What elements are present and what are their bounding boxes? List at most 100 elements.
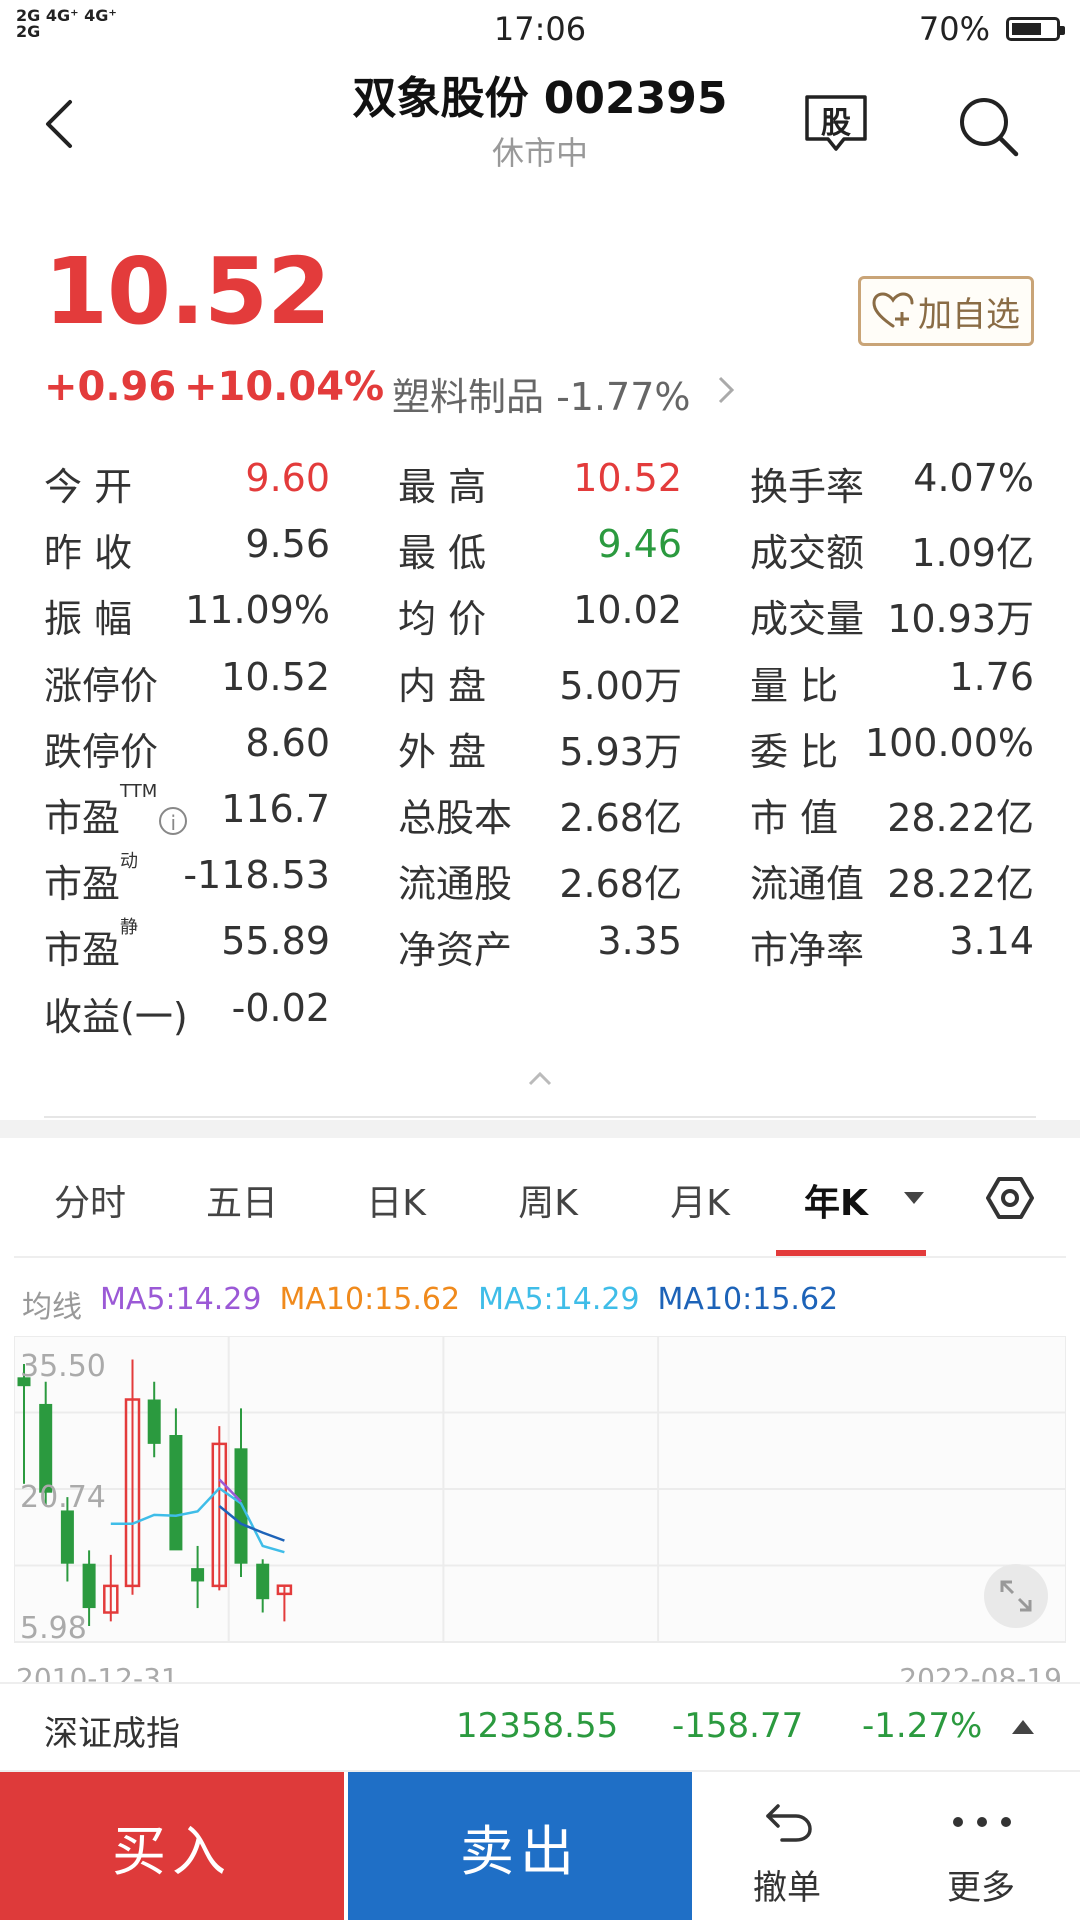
stat-label: 流通值 xyxy=(750,853,864,908)
tab-4[interactable]: 月K xyxy=(630,1174,770,1226)
heart-plus-icon xyxy=(872,292,914,328)
stat-label: 换手率 xyxy=(750,456,864,511)
stat-label-text: 市盈 xyxy=(44,796,121,840)
ma-legend: 均线 MA5:14.29 MA10:15.62 MA5:14.29 MA10:1… xyxy=(22,1282,838,1326)
stat-value: 1.09亿 xyxy=(911,531,1034,576)
stat-label: 市盈TTMi xyxy=(44,781,188,842)
stat-label-text: 量 比 xyxy=(750,663,839,708)
stat-value: 5.00万 xyxy=(559,663,682,708)
cancel-order-label: 撤单 xyxy=(753,1868,821,1908)
search-icon[interactable] xyxy=(956,94,1020,158)
index-change: -158.77 xyxy=(672,1706,804,1746)
stat-value: 3.14 xyxy=(949,919,1034,964)
tabs-border xyxy=(14,1256,1066,1258)
price-change: +0.96 xyxy=(44,364,177,410)
ma-legend-item: MA5:14.29 xyxy=(100,1282,262,1317)
stat-value: 9.46 xyxy=(597,522,682,567)
stat-label: 市盈动 xyxy=(44,851,138,908)
stat-label-text: 换手率 xyxy=(750,465,865,509)
tab-0[interactable]: 分时 xyxy=(20,1174,160,1226)
fullscreen-button[interactable] xyxy=(984,1564,1048,1628)
tab-5[interactable]: 年K xyxy=(766,1174,906,1226)
stat-value: 10.02 xyxy=(573,588,682,633)
stat-value: 5.93万 xyxy=(559,729,682,774)
kline-chart[interactable]: 35.50 20.74 5.98 xyxy=(14,1336,1066,1676)
stat-label-text: 成交量 xyxy=(750,597,865,642)
stat-label-text: 跌停价 xyxy=(44,729,159,774)
sell-button[interactable]: 卖出 xyxy=(348,1772,692,1920)
candle-body xyxy=(82,1563,96,1609)
add-watchlist-label: 加自选 xyxy=(918,294,1020,335)
stat-label-superscript: 静 xyxy=(120,917,139,939)
stat-label: 市 值 xyxy=(750,787,838,842)
stat-label-text: 最 高 xyxy=(398,465,487,509)
undo-arrow-icon xyxy=(766,1804,812,1842)
stat-label-text: 涨停价 xyxy=(44,663,159,708)
stat-label-text: 市 值 xyxy=(750,796,839,840)
market-status: 休市中 xyxy=(491,134,588,172)
forum-icon-glyph: 股 xyxy=(821,106,851,141)
candle-body xyxy=(191,1568,205,1582)
stat-label: 成交额 xyxy=(750,522,864,577)
expand-icon xyxy=(1000,1580,1032,1612)
info-icon[interactable]: i xyxy=(159,806,188,835)
stat-value: -118.53 xyxy=(183,853,330,898)
stat-value: 10.52 xyxy=(221,654,330,699)
stat-label: 成交量 xyxy=(750,588,864,643)
stat-value: 9.60 xyxy=(245,456,330,500)
current-price: 10.52 xyxy=(44,238,331,345)
stat-label-text: 流通值 xyxy=(750,862,865,907)
stat-value: 116.7 xyxy=(221,787,330,831)
stat-label-text: 收益(一) xyxy=(44,994,188,1039)
collapse-chevron-icon[interactable] xyxy=(526,1070,554,1088)
stat-label: 净资产 xyxy=(398,919,512,974)
tab-3[interactable]: 周K xyxy=(478,1174,618,1226)
stat-label: 昨 收 xyxy=(44,522,132,577)
tab-1[interactable]: 五日 xyxy=(172,1174,312,1226)
more-dots-icon xyxy=(953,1817,1011,1827)
index-value: 12358.55 xyxy=(456,1706,619,1746)
stat-label: 外 盘 xyxy=(398,721,486,776)
cancel-order-button[interactable]: 撤单 xyxy=(692,1772,882,1920)
stat-label: 市净率 xyxy=(750,919,864,974)
battery-icon xyxy=(1006,17,1065,41)
battery: 70% xyxy=(919,10,1065,48)
ma-legend-item: MA5:14.29 xyxy=(478,1282,640,1317)
stat-label-text: 市盈 xyxy=(44,862,121,907)
ma-legend-item: MA10:15.62 xyxy=(657,1282,839,1317)
y-tick-label: 20.74 xyxy=(20,1480,106,1515)
stat-value: 11.09% xyxy=(185,588,330,633)
stat-value: -0.02 xyxy=(231,985,330,1030)
tab-2[interactable]: 日K xyxy=(326,1174,466,1226)
stat-label-superscript: TTM xyxy=(120,781,158,802)
buy-button[interactable]: 买入 xyxy=(0,1772,344,1920)
status-bar: 2G 4G⁺ 4G⁺ 2G 17:06 70% xyxy=(0,0,1080,56)
add-watchlist-button[interactable]: 加自选 xyxy=(858,276,1034,346)
stat-label-text: 昨 收 xyxy=(44,531,133,576)
stat-value: 9.56 xyxy=(245,522,330,567)
stat-value: 55.89 xyxy=(221,919,330,964)
price-change-percent: +10.04% xyxy=(184,364,385,410)
stat-label-text: 流通股 xyxy=(398,862,513,907)
sector-link[interactable]: 塑料制品 -1.77% xyxy=(392,366,691,421)
chart-settings-icon[interactable] xyxy=(986,1176,1034,1220)
section-gap xyxy=(0,1120,1080,1138)
y-tick-label: 35.50 xyxy=(20,1349,106,1384)
chevron-right-icon xyxy=(718,376,735,404)
stat-value: 10.52 xyxy=(573,456,682,500)
stat-label-text: 今 开 xyxy=(44,465,133,509)
stat-label: 均 价 xyxy=(398,588,486,643)
stat-label-text: 委 比 xyxy=(750,729,839,774)
divider xyxy=(44,1116,1036,1118)
dropdown-triangle-icon[interactable] xyxy=(902,1190,926,1206)
stat-label: 量 比 xyxy=(750,655,838,710)
stat-value: 1.76 xyxy=(949,654,1034,699)
stock-forum-icon[interactable]: 股 xyxy=(804,94,868,154)
stat-label-text: 成交额 xyxy=(750,531,865,576)
stat-label-text: 市盈 xyxy=(44,928,121,973)
stat-label: 振 幅 xyxy=(44,588,132,643)
stat-label: 最 低 xyxy=(398,522,486,577)
stat-value: 28.22亿 xyxy=(887,796,1034,840)
expand-up-triangle-icon[interactable] xyxy=(1010,1718,1036,1736)
more-button[interactable]: 更多 xyxy=(886,1772,1076,1920)
